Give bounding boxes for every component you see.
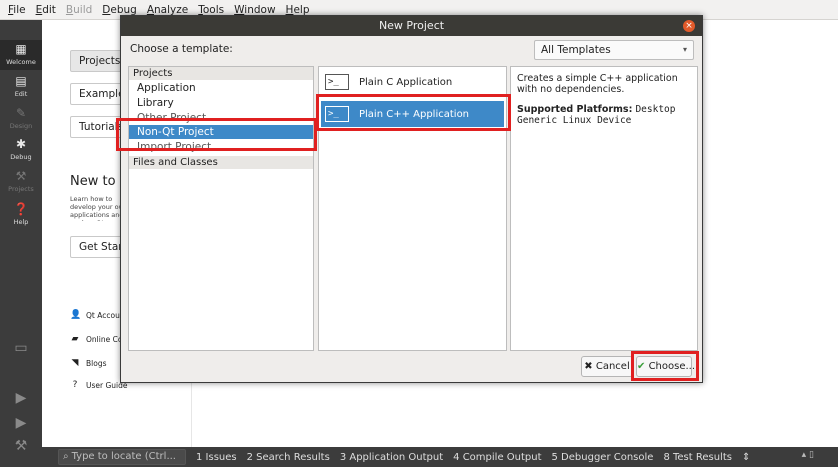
template-plain-c-label: Plain C Application	[359, 76, 453, 88]
locator-placeholder: Type to locate (Ctrl...	[71, 451, 176, 462]
menu-help[interactable]: Help	[281, 4, 315, 16]
mode-help-label: Help	[13, 218, 29, 226]
menu-build-rest: uild	[73, 3, 93, 16]
pencil-icon: ✎	[15, 106, 27, 120]
document-icon: ▤	[15, 74, 27, 88]
terminal-icon: >_	[325, 74, 349, 90]
progress-toggle-icon[interactable]: ▴ ▯	[802, 450, 814, 460]
tab-debugger-console[interactable]: 5 Debugger Console	[552, 452, 654, 463]
platforms-label: Supported Platforms	[517, 104, 629, 115]
qt-account-link[interactable]: 👤 Qt Accoun	[70, 310, 125, 320]
choose-label: Choose...	[648, 361, 696, 372]
rss-icon: ◥	[71, 358, 79, 368]
mode-debug[interactable]: ✱ Debug	[0, 138, 42, 166]
mode-projects[interactable]: ⚒ Projects	[0, 170, 42, 198]
menu-analyze-rest: nalyze	[154, 3, 189, 16]
mode-welcome-label: Welcome	[6, 58, 36, 66]
debug-run-icon[interactable]: ▶	[0, 415, 42, 431]
tab-test-results[interactable]: 8 Test Results	[663, 452, 732, 463]
menu-debug[interactable]: Debug	[97, 4, 142, 16]
menu-file-rest: ile	[13, 3, 26, 16]
category-header-projects: Projects	[129, 67, 313, 80]
menu-build[interactable]: Build	[61, 4, 97, 16]
platforms-colon: :	[628, 104, 633, 115]
mode-sidebar: ▦ Welcome ▤ Edit ✎ Design ✱ Debug ⚒ Proj…	[0, 20, 42, 467]
help-icon: ❓	[13, 202, 29, 216]
category-import-project[interactable]: Import Project	[129, 140, 313, 154]
menu-window-mnemonic: W	[234, 3, 245, 16]
search-icon: ⌕	[63, 451, 69, 462]
tab-search-results[interactable]: 2 Search Results	[247, 452, 330, 463]
menu-file[interactable]: File	[3, 4, 31, 16]
template-filter-select[interactable]: All Templates ▾	[534, 40, 694, 60]
menu-help-rest: elp	[293, 3, 310, 16]
user-guide-link[interactable]: ? User Guide	[70, 380, 128, 390]
grid-icon: ▦	[15, 42, 27, 56]
mode-projects-label: Projects	[8, 185, 34, 193]
chat-icon: ▰	[71, 334, 79, 344]
category-header-files: Files and Classes	[129, 156, 313, 169]
qt-account-label: Qt Accoun	[86, 310, 125, 320]
tabs-more-icon[interactable]: ⇕	[742, 452, 750, 463]
user-icon: 👤	[70, 310, 82, 320]
template-plain-cpp[interactable]: >_ Plain C++ Application	[321, 101, 504, 127]
menu-analyze[interactable]: Analyze	[142, 4, 193, 16]
tab-compile-output[interactable]: 4 Compile Output	[453, 452, 541, 463]
wrench-icon: ⚒	[15, 169, 27, 183]
category-list: Projects Application Library Other Proje…	[128, 66, 314, 351]
template-plain-c[interactable]: >_ Plain C Application	[321, 69, 504, 95]
check-icon: ✔	[637, 361, 646, 372]
question-icon: ?	[72, 380, 78, 390]
blogs-label: Blogs	[86, 358, 107, 368]
new-project-dialog: New Project × Choose a template: All Tem…	[116, 15, 703, 383]
description-text: Creates a simple C++ application with no…	[517, 73, 678, 95]
mode-debug-label: Debug	[10, 153, 32, 161]
close-icon[interactable]: ×	[683, 20, 695, 32]
tab-application-output[interactable]: 3 Application Output	[340, 452, 443, 463]
mode-design[interactable]: ✎ Design	[0, 107, 42, 135]
cancel-button[interactable]: ✖ Cancel	[581, 356, 633, 377]
cancel-icon: ✖	[584, 361, 593, 372]
template-description: Creates a simple C++ application with no…	[510, 66, 698, 351]
category-application[interactable]: Application	[129, 81, 313, 95]
menu-window-rest: indow	[244, 3, 276, 16]
template-plain-cpp-label: Plain C++ Application	[359, 108, 470, 120]
monitor-icon[interactable]: ▭	[0, 340, 42, 356]
run-icon[interactable]: ▶	[0, 390, 42, 406]
supported-platforms: Supported Platforms: Desktop Generic Lin…	[517, 104, 695, 126]
terminal-icon: >_	[325, 106, 349, 122]
category-non-qt-project[interactable]: Non-Qt Project	[129, 125, 313, 139]
template-filter-value: All Templates	[541, 44, 611, 56]
mode-design-label: Design	[9, 122, 33, 130]
mode-help[interactable]: ❓ Help	[0, 203, 42, 231]
menu-analyze-mnemonic: A	[146, 3, 155, 16]
menu-tools[interactable]: Tools	[193, 4, 229, 16]
status-bar: ⌕ Type to locate (Ctrl... 1 Issues 2 Sea…	[42, 447, 838, 467]
blogs-link[interactable]: ◥ Blogs	[70, 358, 107, 368]
menu-window[interactable]: Window	[229, 4, 280, 16]
choose-button[interactable]: ✔ Choose...	[636, 356, 696, 377]
template-list: >_ Plain C Application >_ Plain C++ Appl…	[318, 66, 507, 351]
menu-tools-rest: ools	[202, 3, 225, 16]
menu-debug-rest: ebug	[110, 3, 137, 16]
choose-template-label: Choose a template:	[130, 43, 233, 55]
tab-issues[interactable]: 1 Issues	[196, 452, 237, 463]
dialog-title: New Project	[121, 16, 702, 36]
cancel-label: Cancel	[595, 361, 630, 372]
mode-welcome[interactable]: ▦ Welcome	[0, 40, 42, 70]
bug-icon: ✱	[15, 137, 27, 151]
online-community-link[interactable]: ▰ Online Cor	[70, 334, 126, 344]
locator-input[interactable]: ⌕ Type to locate (Ctrl...	[58, 449, 186, 465]
menu-edit-rest: dit	[42, 3, 56, 16]
build-icon[interactable]: ⚒	[0, 438, 42, 454]
mode-edit-label: Edit	[14, 90, 28, 98]
menu-edit[interactable]: Edit	[31, 4, 61, 16]
category-other-project[interactable]: Other Project	[129, 111, 313, 125]
mode-edit[interactable]: ▤ Edit	[0, 75, 42, 103]
chevron-down-icon: ▾	[682, 45, 687, 54]
category-library[interactable]: Library	[129, 96, 313, 110]
